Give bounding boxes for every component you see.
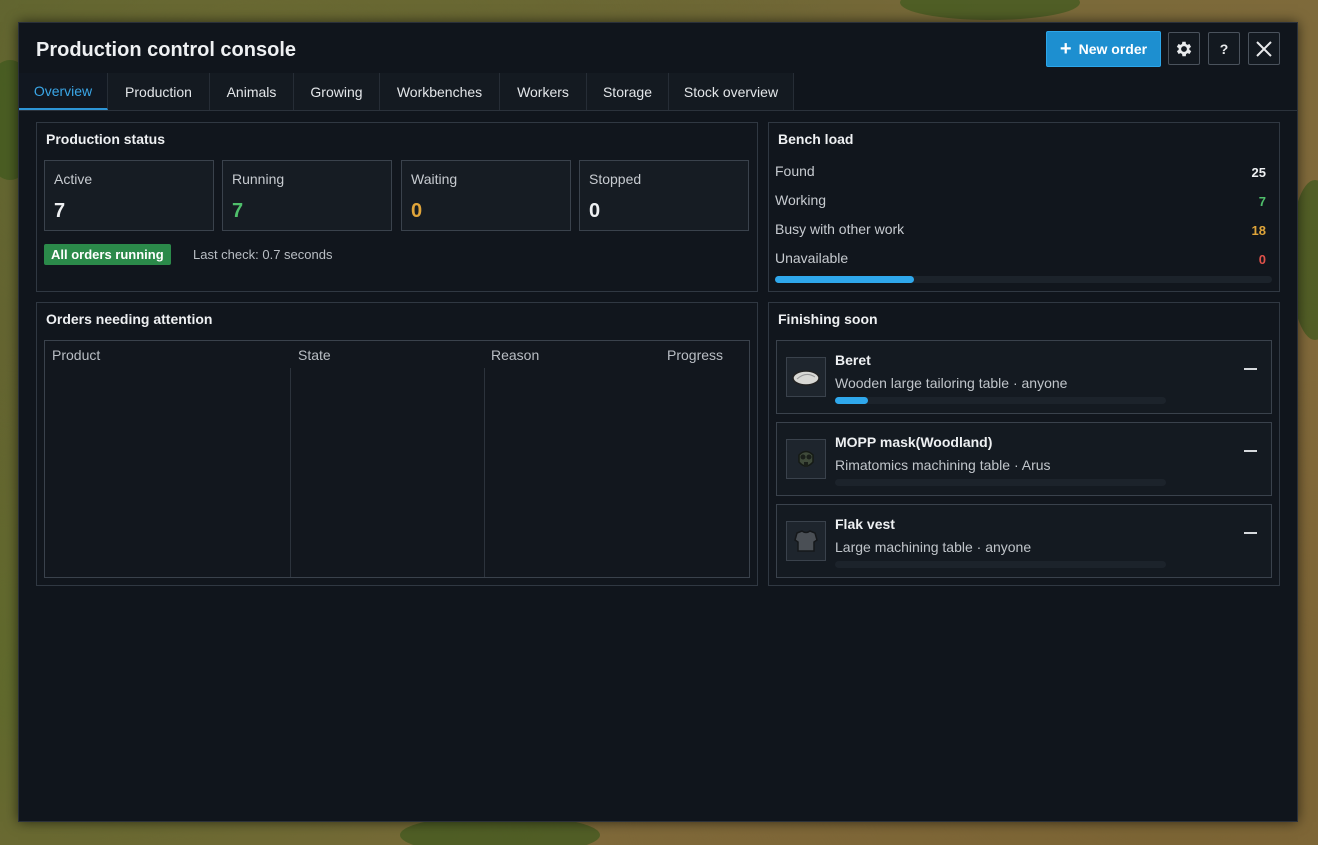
stat-card-stopped: Stopped 0 xyxy=(579,160,749,231)
production-status-panel: Production status Active 7 Running 7 Wai… xyxy=(36,122,758,292)
stat-value: 7 xyxy=(232,200,244,222)
stat-card-active: Active 7 xyxy=(44,160,214,231)
tab-workbenches[interactable]: Workbenches xyxy=(380,73,500,110)
load-label: Unavailable xyxy=(775,250,849,266)
collapse-icon[interactable] xyxy=(1244,368,1257,370)
stat-card-waiting: Waiting 0 xyxy=(401,160,571,231)
load-label: Found xyxy=(775,163,815,179)
column-divider xyxy=(290,368,291,577)
load-label: Working xyxy=(775,192,827,208)
finishing-progress-bar xyxy=(835,561,1166,568)
close-button[interactable] xyxy=(1248,32,1280,65)
status-badge: All orders running xyxy=(44,244,171,265)
collapse-icon[interactable] xyxy=(1244,450,1257,452)
stat-value: 0 xyxy=(589,200,601,222)
stat-label: Waiting xyxy=(411,171,458,187)
load-row-working: Working 7 xyxy=(775,192,1271,212)
finishing-item-name: Beret xyxy=(835,352,871,368)
finishing-item[interactable]: MOPP mask(Woodland) Rimatomics machining… xyxy=(776,422,1272,496)
finishing-item[interactable]: Beret Wooden large tailoring table · any… xyxy=(776,340,1272,414)
collapse-icon[interactable] xyxy=(1244,532,1257,534)
finishing-progress-fill xyxy=(835,397,869,404)
column-header-product[interactable]: Product xyxy=(52,347,100,363)
gas-mask-icon xyxy=(786,439,826,479)
vest-icon xyxy=(786,521,826,561)
help-button[interactable]: ? xyxy=(1208,32,1240,65)
tab-animals[interactable]: Animals xyxy=(210,73,294,110)
orders-attention-panel: Orders needing attention Product State R… xyxy=(36,302,758,586)
column-header-state[interactable]: State xyxy=(298,347,331,363)
finishing-progress-bar xyxy=(835,397,1166,404)
column-header-reason[interactable]: Reason xyxy=(491,347,539,363)
column-header-progress[interactable]: Progress xyxy=(667,347,723,363)
window-title: Production control console xyxy=(36,39,297,61)
finishing-item-detail: Rimatomics machining table · Arus xyxy=(835,457,1051,473)
plus-icon: + xyxy=(1059,38,1072,60)
tab-overview[interactable]: Overview xyxy=(19,73,108,110)
stat-card-running: Running 7 xyxy=(222,160,392,231)
stat-label: Active xyxy=(54,171,93,187)
panel-title: Finishing soon xyxy=(778,311,878,327)
load-label: Busy with other work xyxy=(775,221,905,237)
production-console-window: Production control console + New order ?… xyxy=(18,22,1298,822)
tab-bar: Overview Production Animals Growing Work… xyxy=(19,73,1297,111)
stat-value: 0 xyxy=(411,200,423,222)
finishing-item-name: Flak vest xyxy=(835,516,895,532)
stat-value: 7 xyxy=(54,200,66,222)
column-divider xyxy=(484,368,485,577)
new-order-button[interactable]: + New order xyxy=(1046,31,1161,67)
tab-workers[interactable]: Workers xyxy=(500,73,587,110)
finishing-item-detail: Large machining table · anyone xyxy=(835,539,1032,555)
finishing-progress-bar xyxy=(835,479,1166,486)
finishing-item-detail: Wooden large tailoring table · anyone xyxy=(835,375,1068,391)
tab-storage[interactable]: Storage xyxy=(587,73,669,110)
stat-label: Running xyxy=(232,171,285,187)
last-check-text: Last check: 0.7 seconds xyxy=(193,247,333,262)
close-icon xyxy=(1256,40,1272,57)
attention-table: Product State Reason Progress xyxy=(44,340,750,578)
bench-load-fill xyxy=(775,276,915,283)
load-value: 7 xyxy=(1258,194,1266,209)
bench-load-bar xyxy=(775,276,1272,283)
panel-title: Production status xyxy=(46,131,166,147)
new-order-label: New order xyxy=(1078,41,1148,57)
beret-icon xyxy=(786,357,826,397)
tab-stock-overview[interactable]: Stock overview xyxy=(669,73,794,110)
finishing-item-name: MOPP mask(Woodland) xyxy=(835,434,993,450)
load-row-found: Found 25 xyxy=(775,163,1271,183)
load-row-busy: Busy with other work 18 xyxy=(775,221,1271,241)
bench-load-panel: Bench load Found 25 Working 7 Busy with … xyxy=(768,122,1280,292)
finishing-item[interactable]: Flak vest Large machining table · anyone xyxy=(776,504,1272,578)
load-row-unavailable: Unavailable 0 xyxy=(775,250,1271,270)
tab-growing[interactable]: Growing xyxy=(294,73,380,110)
load-value: 0 xyxy=(1258,252,1266,267)
load-value: 25 xyxy=(1251,165,1266,180)
finishing-soon-panel: Finishing soon Beret Wooden large tailor… xyxy=(768,302,1280,586)
stat-label: Stopped xyxy=(589,171,642,187)
panel-title: Orders needing attention xyxy=(46,311,213,327)
background-foliage xyxy=(900,0,1080,20)
panel-title: Bench load xyxy=(778,131,854,147)
gear-icon xyxy=(1176,41,1192,56)
settings-button[interactable] xyxy=(1168,32,1200,65)
tab-production[interactable]: Production xyxy=(108,73,210,110)
load-value: 18 xyxy=(1251,223,1266,238)
title-bar: Production control console + New order ? xyxy=(19,23,1297,73)
